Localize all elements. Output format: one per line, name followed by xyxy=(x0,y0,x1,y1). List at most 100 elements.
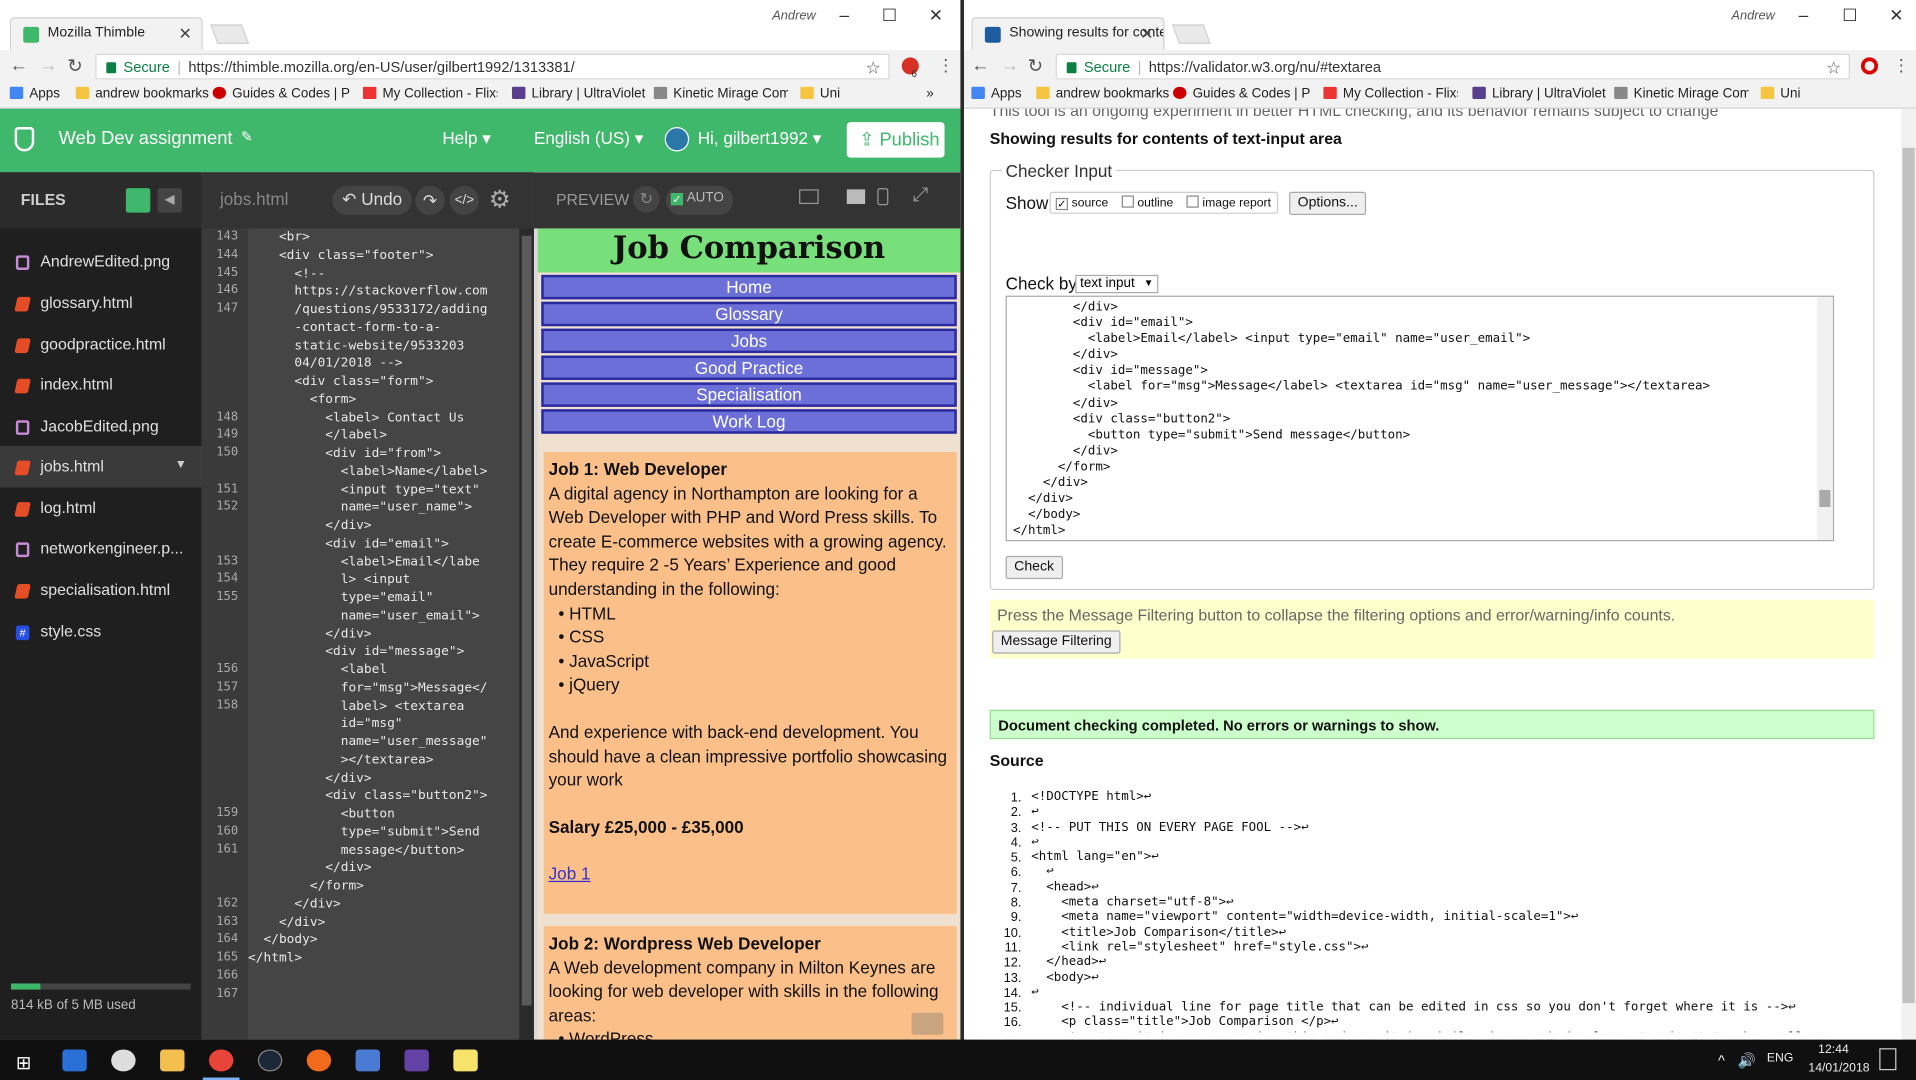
image-report-option[interactable]: image report xyxy=(1186,195,1271,210)
desktop-view-icon[interactable] xyxy=(846,189,866,205)
bookmark-ultraviolet[interactable]: Library | UltraViolet xyxy=(1492,87,1606,102)
job-1-link[interactable]: Job 1 xyxy=(549,863,952,887)
bookmark-uni[interactable]: Uni xyxy=(1780,87,1800,102)
page-scrollbar[interactable] xyxy=(1901,108,1916,1040)
windows-start-icon[interactable]: ⊞ xyxy=(16,1052,31,1074)
clock-time[interactable]: 12:44 xyxy=(1818,1043,1849,1056)
profile-name[interactable]: Andrew xyxy=(1731,9,1775,24)
close-tab-icon[interactable]: ✕ xyxy=(1140,24,1153,44)
message-filtering-button[interactable]: Message Filtering xyxy=(992,630,1121,654)
user-menu[interactable]: Hi, gilbert1992 ▾ xyxy=(698,128,822,149)
minimize-icon[interactable]: – xyxy=(1785,5,1822,25)
volume-icon[interactable]: 🔊 xyxy=(1738,1052,1756,1069)
file-item[interactable]: glossary.html xyxy=(0,282,202,324)
bookmark-uni[interactable]: Uni xyxy=(820,87,840,102)
check-by-select[interactable]: text input ▼ xyxy=(1075,274,1159,294)
profile-name[interactable]: Andrew xyxy=(772,9,816,24)
reload-icon[interactable]: ↻ xyxy=(67,55,82,77)
checkbox-checked-icon[interactable]: ✓ xyxy=(1055,197,1068,211)
bookmark-star-icon[interactable]: ☆ xyxy=(1826,57,1841,78)
maximize-icon[interactable]: ☐ xyxy=(871,5,908,26)
help-menu[interactable]: Help ▾ xyxy=(442,128,491,149)
language-menu[interactable]: English (US) ▾ xyxy=(534,128,643,149)
bookmark-guides[interactable]: Guides & Codes | Pri xyxy=(232,87,349,102)
back-icon[interactable]: ← xyxy=(971,55,989,76)
settings-gear-icon[interactable]: ⚙ xyxy=(489,184,511,215)
origin-icon[interactable] xyxy=(306,1049,332,1072)
file-item[interactable]: goodpractice.html xyxy=(0,324,202,366)
bookmark-ultraviolet[interactable]: Library | UltraViolet xyxy=(532,87,646,102)
language-indicator[interactable]: ENG xyxy=(1767,1052,1793,1065)
bookmark-flixster[interactable]: My Collection - Flixst xyxy=(382,87,497,102)
check-button[interactable]: Check xyxy=(1005,555,1063,580)
uplay-icon[interactable] xyxy=(355,1049,381,1072)
textarea-scrollbar[interactable] xyxy=(1816,296,1833,540)
new-tab-button[interactable] xyxy=(210,24,250,44)
file-item-selected[interactable]: jobs.html ▼ xyxy=(0,445,202,488)
bookmark-star-icon[interactable]: ☆ xyxy=(866,57,881,78)
bookmark-andrew[interactable]: andrew bookmarks xyxy=(1056,87,1170,102)
code-text[interactable]: <br> <div class="footer"> <!-- https://s… xyxy=(248,228,534,1039)
page-scrollbar-thumb[interactable] xyxy=(1902,147,1915,1004)
refresh-preview-icon[interactable]: ↻ xyxy=(632,185,660,213)
bookmark-apps[interactable]: Apps xyxy=(991,87,1022,102)
tray-chevron-icon[interactable]: ^ xyxy=(1718,1052,1725,1069)
file-item[interactable]: # style.css xyxy=(0,611,202,653)
opera-extension-icon[interactable] xyxy=(1860,57,1879,75)
close-window-icon[interactable]: ✕ xyxy=(918,5,955,26)
nav-work-log[interactable]: Work Log xyxy=(541,409,957,434)
undo-button[interactable]: ↶ Undo xyxy=(332,185,412,216)
file-item[interactable]: AndrewEdited.png xyxy=(0,241,202,283)
tab-validator[interactable]: Showing results for conte ✕ xyxy=(971,17,1165,51)
source-option[interactable]: ✓ source xyxy=(1055,197,1108,211)
address-bar[interactable]: Secure | https://validator.w3.org/nu/#text… xyxy=(1055,53,1850,80)
maximize-icon[interactable]: ☐ xyxy=(1832,5,1869,26)
sticky-notes-icon[interactable] xyxy=(453,1049,478,1072)
bookmark-apps[interactable]: Apps xyxy=(29,87,60,102)
nav-glossary[interactable]: Glossary xyxy=(541,301,957,327)
file-explorer-icon[interactable] xyxy=(160,1049,185,1072)
menu-kebab-icon[interactable]: ⋮ xyxy=(937,55,954,76)
bookmark-kinetic[interactable]: Kinetic Mirage Comp xyxy=(1634,87,1749,102)
editor-scrollbar-thumb[interactable] xyxy=(521,235,532,1006)
menu-kebab-icon[interactable]: ⋮ xyxy=(1893,55,1910,76)
file-item[interactable]: specialisation.html xyxy=(0,569,202,611)
file-item[interactable]: log.html xyxy=(0,487,202,529)
textarea-scrollbar-thumb[interactable] xyxy=(1819,489,1831,508)
steam-icon[interactable] xyxy=(257,1049,283,1072)
nav-home[interactable]: Home xyxy=(541,274,957,300)
nav-jobs[interactable]: Jobs xyxy=(541,328,957,354)
collapse-sidebar-icon[interactable]: ◀ xyxy=(157,188,183,213)
app-icon[interactable] xyxy=(111,1049,136,1072)
nav-good-practice[interactable]: Good Practice xyxy=(541,355,957,380)
minimize-icon[interactable]: – xyxy=(826,5,863,25)
twitch-icon[interactable] xyxy=(404,1049,429,1072)
address-bar[interactable]: Secure | https://thimble.mozilla.org/en-US… xyxy=(95,53,890,80)
close-tab-icon[interactable]: ✕ xyxy=(179,24,192,44)
redo-icon[interactable]: ↷ xyxy=(415,185,445,216)
new-tab-button[interactable] xyxy=(1171,24,1211,44)
outline-option[interactable]: outline xyxy=(1121,195,1173,210)
forward-icon[interactable]: → xyxy=(39,55,57,76)
forward-icon[interactable]: → xyxy=(1001,55,1019,76)
bookmark-kinetic[interactable]: Kinetic Mirage Comp xyxy=(673,87,788,102)
project-title[interactable]: Web Dev assignment xyxy=(59,128,233,149)
bookmark-flixster[interactable]: My Collection - Flixst xyxy=(1343,87,1458,102)
reload-icon[interactable]: ↻ xyxy=(1028,55,1043,77)
bookmark-guides[interactable]: Guides & Codes | Pri xyxy=(1193,87,1310,102)
edit-pencil-icon[interactable]: ✎ xyxy=(241,128,253,145)
checkbox-icon[interactable] xyxy=(1186,195,1199,208)
editor-scrollbar[interactable] xyxy=(519,228,534,1040)
close-window-icon[interactable]: ✕ xyxy=(1878,5,1915,26)
back-icon[interactable]: ← xyxy=(10,55,28,76)
tab-thimble[interactable]: Mozilla Thimble ✕ xyxy=(9,17,203,51)
fullscreen-icon[interactable]: ⤢ xyxy=(913,184,929,206)
logitech-g-icon[interactable] xyxy=(62,1049,87,1072)
source-textarea[interactable]: </div> <div id="email"> <label>Email</la… xyxy=(1005,295,1835,542)
notifications-icon[interactable] xyxy=(1879,1048,1897,1071)
file-item[interactable]: index.html xyxy=(0,364,202,406)
bookmarks-overflow-icon[interactable]: » xyxy=(926,87,933,102)
mobile-view-icon[interactable] xyxy=(877,188,889,206)
file-item[interactable]: networkengineer.p... xyxy=(0,528,202,570)
auto-refresh-toggle[interactable]: ✓ AUTO xyxy=(665,185,734,216)
